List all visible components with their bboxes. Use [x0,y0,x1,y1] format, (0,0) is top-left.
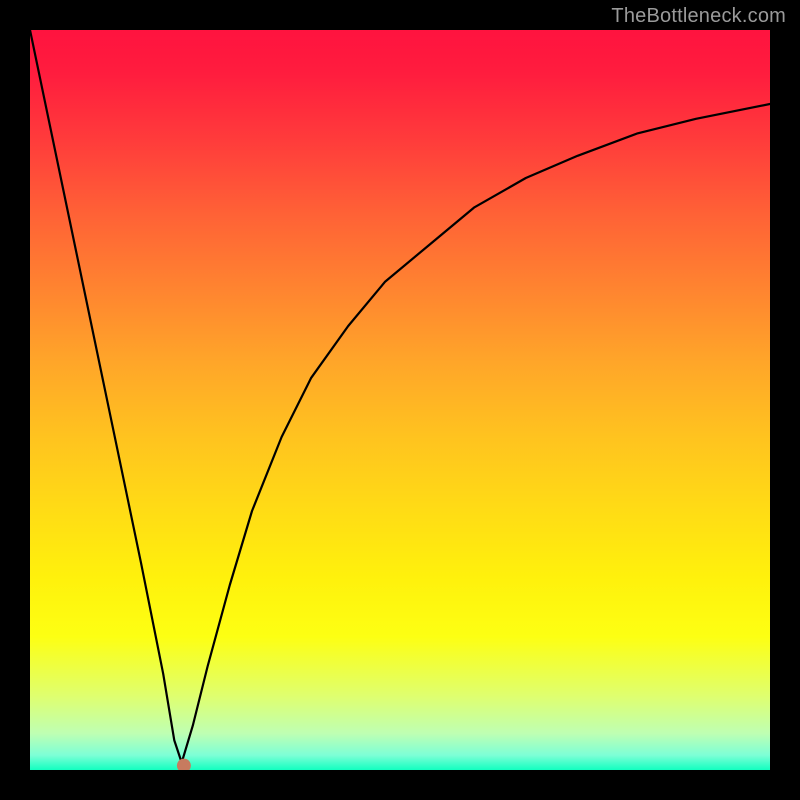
plot-area [30,30,770,770]
bottleneck-curve [30,30,770,763]
watermark-label: TheBottleneck.com [611,5,786,28]
plot-svg [30,30,770,770]
minimum-marker [177,759,191,770]
chart-frame: TheBottleneck.com [0,0,800,800]
